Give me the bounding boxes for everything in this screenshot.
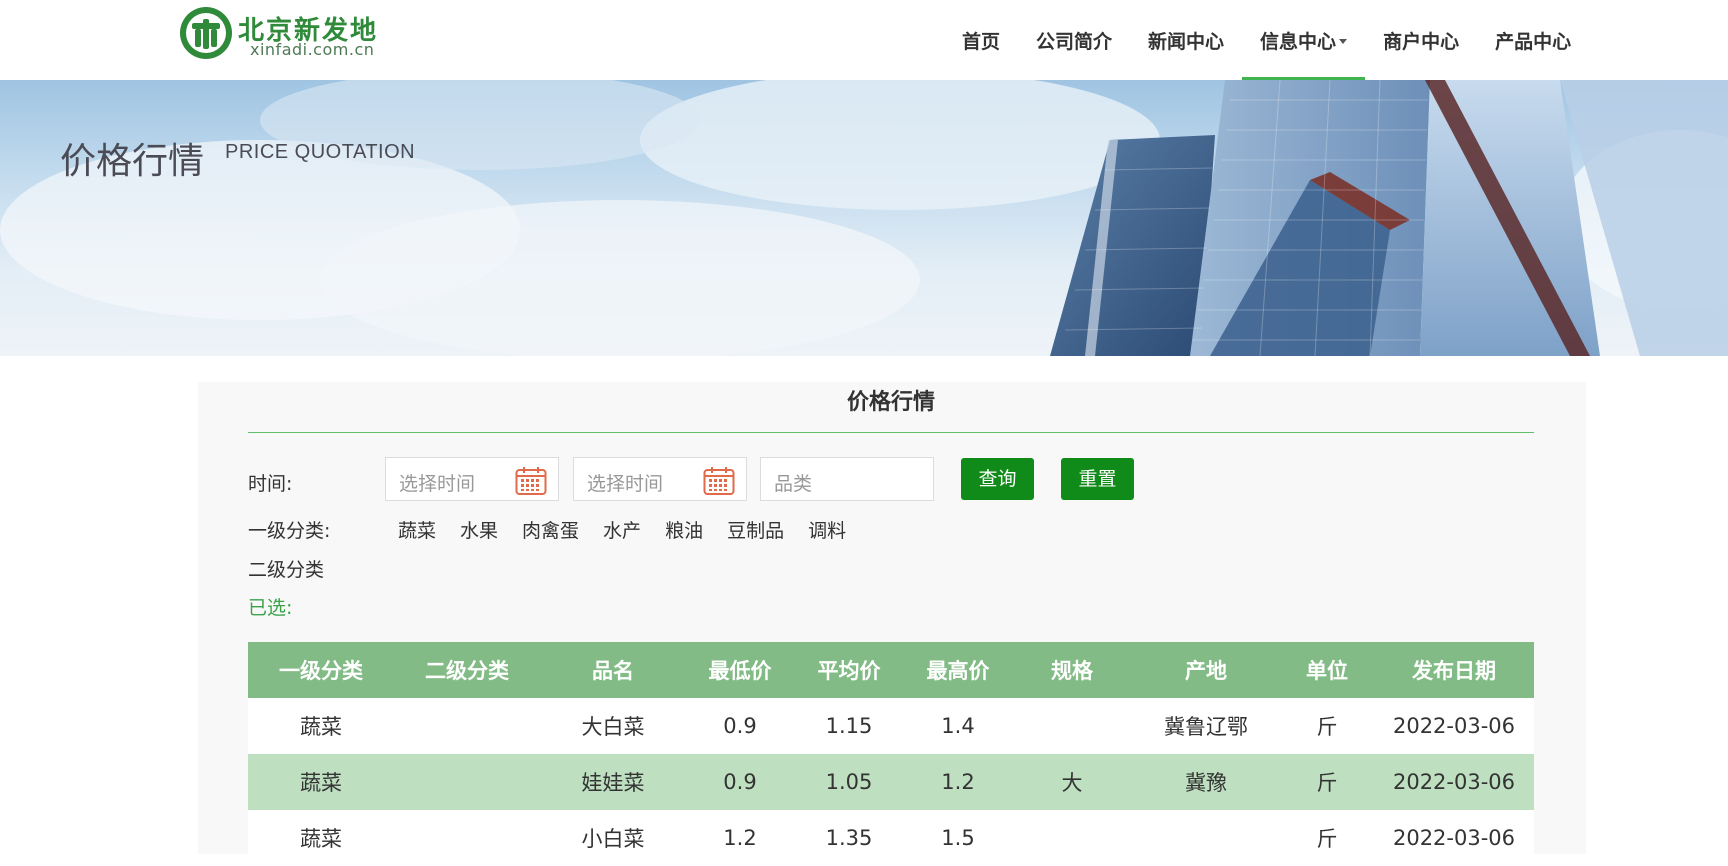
category-placeholder: 品类 (774, 473, 813, 495)
table-cell: 大白菜 (581, 715, 645, 739)
table-header-cell: 发布日期 (1412, 659, 1496, 683)
table-header-cell: 规格 (1051, 659, 1093, 683)
table-cell (394, 810, 540, 866)
logo-emblem-icon (180, 7, 232, 59)
start-date-input[interactable]: 选择时间 (385, 457, 559, 501)
table-header: 一级分类 二级分类 品名 最低价 平均价 最高价 规格 产地 单位 发布日期 (248, 642, 1534, 698)
table-cell: 2022-03-06 (1392, 826, 1516, 850)
table-cell: 2022-03-06 (1392, 714, 1516, 738)
calendar-icon (703, 467, 735, 495)
start-date-placeholder: 选择时间 (399, 473, 476, 495)
table-header-cell: 单位 (1306, 659, 1348, 683)
nav-item-company[interactable]: 公司简介 (1018, 0, 1130, 80)
cat1-item-seasoning[interactable]: 调料 (808, 516, 846, 543)
table-cell: 2022-03-06 (1392, 770, 1516, 794)
banner-skyline-image (0, 80, 1728, 356)
cat1-item-grain-oil[interactable]: 粮油 (665, 516, 703, 543)
table-cell: 0.9 (723, 770, 757, 794)
table-cell: 冀豫 (1185, 771, 1227, 795)
nav-item-news[interactable]: 新闻中心 (1130, 0, 1242, 80)
nav-label: 产品中心 (1495, 30, 1572, 53)
table-cell: 1.5 (941, 826, 975, 850)
table-cell (1012, 698, 1132, 754)
cat1-item-vegetable[interactable]: 蔬菜 (398, 516, 436, 543)
table-cell: 蔬菜 (300, 715, 342, 739)
table-cell: 1.2 (723, 826, 757, 850)
table-header-cell: 二级分类 (425, 659, 509, 683)
table-header-cell: 一级分类 (279, 659, 363, 683)
time-label: 时间: (248, 473, 293, 495)
banner-subtitle: PRICE QUOTATION (225, 141, 416, 163)
logo-text-en: xinfadi.com.cn (250, 40, 375, 59)
cat1-item-seafood[interactable]: 水产 (603, 516, 641, 543)
category-input[interactable]: 品类 (760, 457, 934, 501)
table-row: 蔬菜 小白菜 1.2 1.35 1.5 斤 2022-03-06 (248, 810, 1534, 866)
cat2-label: 二级分类 (248, 559, 325, 581)
nav-item-products[interactable]: 产品中心 (1477, 0, 1589, 80)
table-row: 蔬菜 大白菜 0.9 1.15 1.4 冀鲁辽鄂 斤 2022-03-06 (248, 698, 1534, 754)
table-cell: 小白菜 (581, 827, 645, 851)
table-cell: 大 (1061, 771, 1083, 795)
cat1-list: 蔬菜 水果 肉禽蛋 水产 粮油 豆制品 调料 (398, 516, 870, 543)
price-table: 一级分类 二级分类 品名 最低价 平均价 最高价 规格 产地 单位 发布日期 蔬… (248, 642, 1534, 866)
caret-down-icon (1339, 38, 1348, 44)
table-cell: 冀鲁辽鄂 (1164, 715, 1248, 739)
table-cell: 蔬菜 (300, 827, 342, 851)
cat1-item-meat-egg[interactable]: 肉禽蛋 (522, 516, 579, 543)
selected-label: 已选: (248, 597, 293, 619)
table-cell (394, 754, 540, 810)
query-button[interactable]: 查询 (961, 458, 1034, 500)
nav-label: 商户中心 (1383, 30, 1460, 53)
site-logo[interactable]: 北京新发地 xinfadi.com.cn (178, 5, 418, 63)
cat1-item-fruit[interactable]: 水果 (460, 516, 498, 543)
nav-label: 新闻中心 (1148, 30, 1225, 53)
main-nav: 首页 公司简介 新闻中心 信息中心 商户中心 产品中心 (944, 0, 1589, 80)
banner-title: 价格行情 (60, 141, 205, 182)
calendar-icon (515, 467, 547, 495)
end-date-placeholder: 选择时间 (587, 473, 664, 495)
table-cell: 蔬菜 (300, 771, 342, 795)
nav-item-merchant[interactable]: 商户中心 (1365, 0, 1477, 80)
cat1-item-soy[interactable]: 豆制品 (727, 516, 784, 543)
table-header-cell: 平均价 (817, 659, 881, 683)
page-banner: 价格行情 PRICE QUOTATION (0, 80, 1728, 356)
table-cell: 1.15 (825, 714, 873, 738)
site-header: 北京新发地 xinfadi.com.cn 首页 公司简介 新闻中心 信息中心 商… (0, 0, 1728, 80)
reset-button[interactable]: 重置 (1061, 458, 1134, 500)
table-cell: 斤 (1316, 827, 1338, 851)
table-cell (1132, 810, 1280, 866)
cat1-label: 一级分类: (248, 520, 331, 542)
table-cell: 0.9 (723, 714, 757, 738)
nav-item-home[interactable]: 首页 (944, 0, 1018, 80)
table-cell (394, 698, 540, 754)
table-cell: 斤 (1316, 715, 1338, 739)
nav-label: 信息中心 (1260, 30, 1337, 53)
table-header-cell: 最低价 (708, 659, 772, 683)
nav-label: 首页 (962, 30, 1001, 53)
table-header-cell: 最高价 (926, 659, 990, 683)
panel-title: 价格行情 (248, 382, 1534, 433)
table-header-cell: 产地 (1185, 659, 1227, 683)
price-panel: 价格行情 时间: 选择时间 选择时间 品类 查询 重置 一级分类: 蔬菜 水果 … (198, 382, 1586, 866)
nav-item-info[interactable]: 信息中心 (1242, 0, 1366, 80)
table-cell: 斤 (1316, 771, 1338, 795)
table-cell: 娃娃菜 (581, 771, 645, 795)
table-cell: 1.2 (941, 770, 975, 794)
table-row: 蔬菜 娃娃菜 0.9 1.05 1.2 大 冀豫 斤 2022-03-06 (248, 754, 1534, 810)
table-cell: 1.4 (941, 714, 975, 738)
table-cell (1012, 810, 1132, 866)
nav-label: 公司简介 (1036, 30, 1113, 53)
table-header-cell: 品名 (592, 659, 634, 683)
table-cell: 1.35 (825, 826, 873, 850)
table-cell: 1.05 (825, 770, 873, 794)
end-date-input[interactable]: 选择时间 (573, 457, 747, 501)
